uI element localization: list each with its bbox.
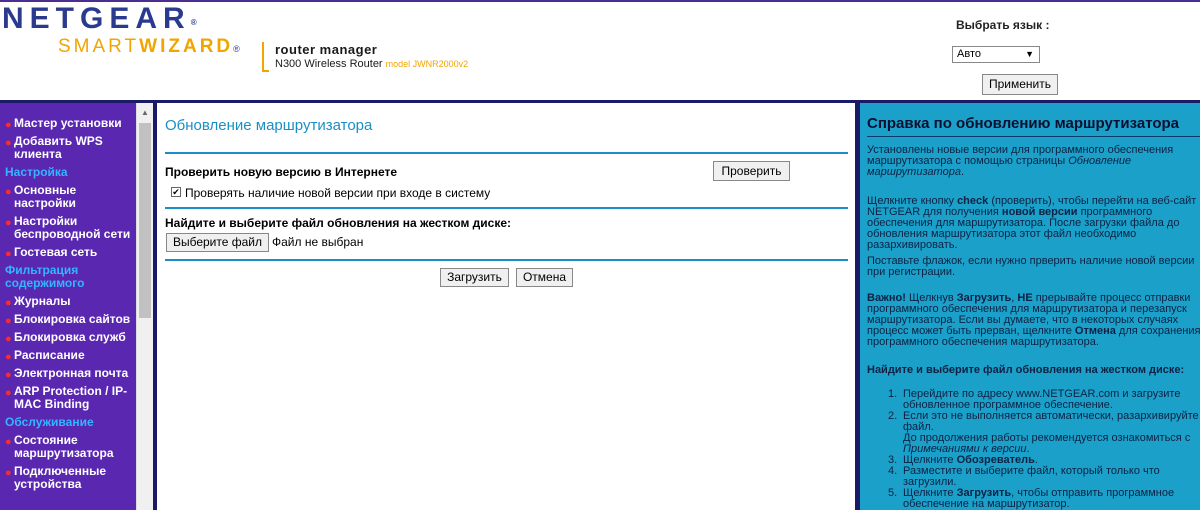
language-label: Выбрать язык :	[956, 18, 1050, 32]
netgear-logo: NETGEAR®	[2, 2, 197, 35]
sidebar-item-label: ARP Protection / IP-MAC Binding	[14, 384, 128, 411]
sidebar-item[interactable]: ● Мастер установки	[0, 116, 136, 132]
choose-file-button[interactable]: Выберите файл	[166, 233, 269, 252]
main-content: Обновление маршрутизатора Проверить нову…	[157, 103, 855, 510]
sidebar-section-header: Настройка	[5, 165, 68, 179]
scroll-up-arrow-icon[interactable]: ▲	[141, 108, 149, 117]
section-divider	[165, 259, 848, 261]
help-paragraph: Щелкните кнопку check (проверить), чтобы…	[867, 195, 1197, 251]
help-subheading: Найдите и выберите файл обновления на же…	[867, 364, 1185, 376]
sidebar-section-header: Фильтрация содержимого	[5, 263, 85, 290]
product-title: router manager	[275, 42, 378, 57]
file-select-label: Найдите и выберите файл обновления на же…	[165, 216, 512, 230]
bullet-dot-icon: ●	[5, 217, 12, 229]
sidebar-item[interactable]: ● ARP Protection / IP-MAC Binding	[0, 385, 136, 411]
sidebar-item[interactable]: ● Блокировка сайтов	[0, 312, 136, 328]
logo-bracket	[262, 42, 269, 72]
sidebar-section-header: Обслуживание	[5, 415, 94, 429]
page-title: Обновление маршрутизатора	[165, 117, 373, 134]
sidebar-item[interactable]: ● Гостевая сеть	[0, 245, 136, 261]
bullet-dot-icon: ●	[5, 333, 12, 345]
help-title-rule	[867, 136, 1200, 137]
sidebar-item[interactable]: ● Журналы	[0, 294, 136, 310]
sidebar-item-label: Электронная почта	[14, 366, 129, 380]
help-steps-list: 1. Перейдите по адресу www.NETGEAR.com и …	[888, 389, 1200, 510]
sidebar-item-label: Добавить WPS клиента	[14, 134, 103, 161]
smartwizard-logo: SMARTWIZARD®	[58, 36, 240, 57]
help-panel: Справка по обновлению маршрутизатора Уст…	[860, 103, 1200, 510]
help-paragraph: Важно! Щелкнув Загрузить, НЕ прерывайте …	[867, 292, 1200, 348]
sidebar-item[interactable]: ● Настройки беспроводной сети	[0, 215, 136, 241]
sidebar-item-label: Настройки беспроводной сети	[14, 214, 131, 241]
help-paragraph: Поставьте флажок, если нужно прверить на…	[867, 255, 1195, 278]
sidebar-item[interactable]: ● Электронная почта	[0, 366, 136, 382]
auto-check-checkbox[interactable]: ✔	[171, 187, 181, 197]
sidebar-item-label: Подключенные устройства	[14, 464, 107, 491]
bullet-dot-icon: ●	[5, 137, 12, 149]
check-online-label: Проверить новую версию в Интернете	[165, 165, 398, 179]
bullet-dot-icon: ●	[5, 315, 12, 327]
cancel-button[interactable]: Отмена	[516, 268, 573, 287]
sidebar-item-label: Гостевая сеть	[14, 245, 98, 259]
bullet-dot-icon: ●	[5, 467, 12, 479]
chevron-down-icon: ▼	[1025, 49, 1034, 59]
upload-button[interactable]: Загрузить	[440, 268, 509, 287]
language-select[interactable]: Авто ▼	[952, 46, 1040, 63]
product-line: N300 Wireless Router model JWNR2000v2	[275, 58, 469, 70]
help-step: 5. Щелкните Загрузить, чтобы отправить пр…	[888, 487, 1175, 510]
auto-check-label: Проверять наличие новой версии при входе…	[185, 186, 491, 200]
header: NETGEAR® SMARTWIZARD® router manager N30…	[0, 0, 1200, 103]
check-button[interactable]: Проверить	[713, 161, 790, 181]
sidebar-item-label: Журналы	[14, 294, 71, 308]
apply-button[interactable]: Применить	[982, 74, 1058, 95]
section-divider	[165, 207, 848, 209]
file-status: Файл не выбран	[272, 235, 364, 249]
bullet-dot-icon: ●	[5, 186, 12, 198]
sidebar-scrollbar[interactable]: ▲	[136, 103, 153, 510]
product-model: model JWNR2000v2	[385, 59, 469, 69]
bullet-dot-icon: ●	[5, 387, 12, 399]
sidebar-item[interactable]: ● Состояние маршрутизатора	[0, 434, 136, 460]
help-step: 1. Перейдите по адресу www.NETGEAR.com и …	[888, 388, 1181, 411]
bullet-dot-icon: ●	[5, 436, 12, 448]
sidebar-item-label: Мастер установки	[14, 116, 122, 130]
sidebar-item[interactable]: ● Основные настройки	[0, 184, 136, 210]
section-divider	[165, 152, 848, 154]
sidebar-item[interactable]: ● Расписание	[0, 348, 136, 364]
sidebar-item[interactable]: ● Добавить WPS клиента	[0, 135, 136, 161]
help-title: Справка по обновлению маршрутизатора	[867, 115, 1180, 132]
sidebar-item-label: Расписание	[14, 348, 85, 362]
bullet-dot-icon: ●	[5, 351, 12, 363]
sidebar-item[interactable]: ● Блокировка служб	[0, 330, 136, 346]
bullet-dot-icon: ●	[5, 369, 12, 381]
sidebar-item[interactable]: ● Подключенные устройства	[0, 465, 136, 491]
sidebar-item-label: Блокировка служб	[14, 330, 126, 344]
scrollbar-thumb[interactable]	[139, 123, 151, 318]
sidebar-nav: ● Мастер установки ● Добавить WPS клиента На…	[0, 103, 136, 510]
help-paragraph: Установлены новые версии для программног…	[867, 144, 1174, 178]
help-step: 4. Разместите и выберите файл, который то…	[888, 465, 1160, 488]
bullet-dot-icon: ●	[5, 248, 12, 260]
sidebar-item-label: Состояние маршрутизатора	[14, 433, 114, 460]
bullet-dot-icon: ●	[5, 119, 12, 131]
bullet-dot-icon: ●	[5, 297, 12, 309]
help-step: 2. Если это не выполняется автоматически,…	[888, 410, 1199, 455]
sidebar-item-label: Блокировка сайтов	[14, 312, 131, 326]
sidebar-item-label: Основные настройки	[14, 183, 77, 210]
